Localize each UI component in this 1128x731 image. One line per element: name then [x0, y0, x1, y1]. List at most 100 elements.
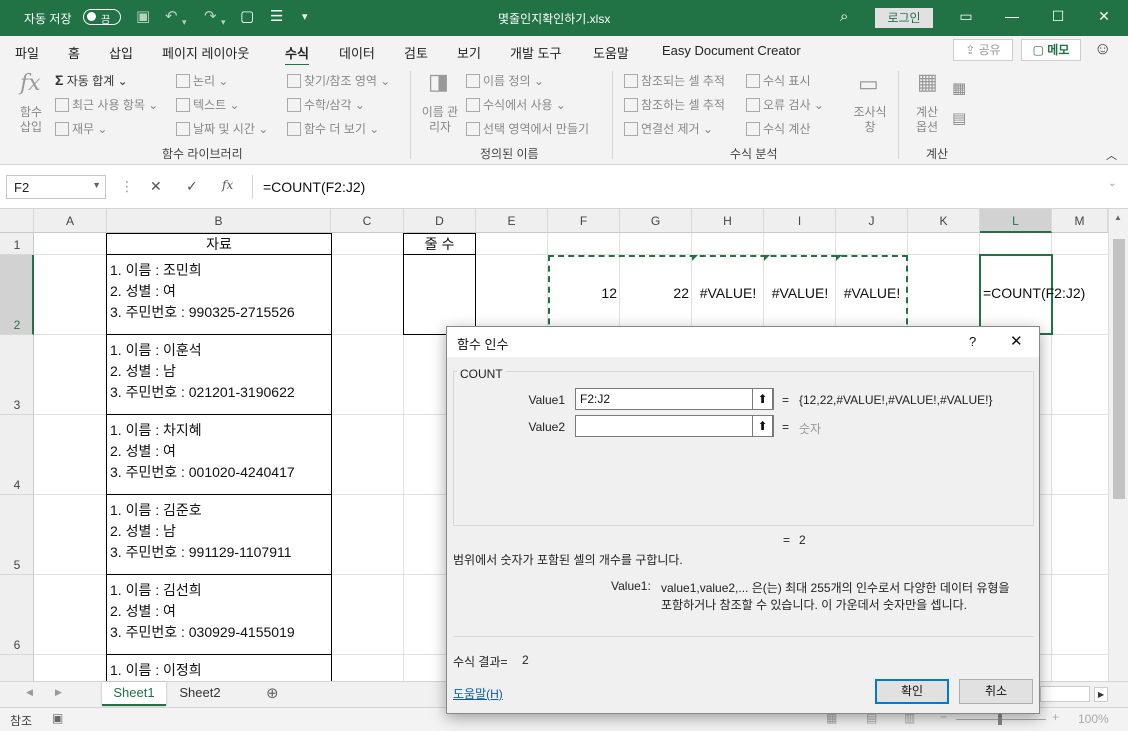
insert-function-fx-icon[interactable]: fx	[222, 178, 233, 192]
financial-button[interactable]: 재무 ⌄	[55, 120, 107, 137]
autosum-button[interactable]: Σ 자동 합계 ⌄	[55, 72, 128, 89]
tab-formulas[interactable]: 수식	[285, 43, 309, 67]
arg1-input[interactable]: F2:J2	[575, 388, 774, 410]
col-header-d[interactable]: D	[404, 209, 476, 233]
vertical-scrollbar[interactable]: ▲	[1108, 209, 1128, 681]
form-icon[interactable]: ▢	[240, 9, 254, 25]
name-box[interactable]: F2 ▼	[6, 175, 106, 199]
login-button[interactable]: 로그인	[875, 8, 933, 28]
recent-button[interactable]: 최근 사용 항목 ⌄	[55, 96, 158, 113]
minimize-icon[interactable]: —	[997, 8, 1027, 24]
col-header-b[interactable]: B	[107, 209, 331, 233]
col-header-h[interactable]: H	[692, 209, 764, 233]
tab-help[interactable]: 도움말	[593, 43, 629, 62]
tab-review[interactable]: 검토	[404, 43, 428, 62]
col-header-k[interactable]: K	[908, 209, 980, 233]
redo-dropdown-icon[interactable]: ▾	[221, 14, 226, 30]
calc-now-icon[interactable]: ▦	[952, 79, 966, 97]
sheet-tab-sheet2[interactable]: Sheet2	[168, 682, 232, 706]
logical-button[interactable]: 논리 ⌄	[176, 72, 228, 89]
new-sheet-icon[interactable]: ⊕	[266, 684, 279, 702]
calc-options-button[interactable]: 계산 옵션	[909, 105, 945, 135]
tab-developer[interactable]: 개발 도구	[510, 43, 561, 62]
scroll-up-icon[interactable]: ▲	[1114, 213, 1122, 222]
row-header-5[interactable]: 5	[0, 495, 34, 575]
ribbon-display-icon[interactable]: ▭	[951, 8, 981, 25]
create-from-selection-button[interactable]: 선택 영역에서 만들기	[466, 120, 589, 137]
row-header-4[interactable]: 4	[0, 415, 34, 495]
autosave-toggle[interactable]: 끔	[83, 9, 121, 26]
evaluate-formula-button[interactable]: 수식 계산	[746, 120, 811, 137]
arg2-collapse-icon[interactable]: ⬆	[752, 415, 773, 437]
memo-button[interactable]: ▢ 메모	[1021, 39, 1081, 61]
zoom-in-icon[interactable]: +	[1052, 710, 1059, 724]
define-name-button[interactable]: 이름 정의 ⌄	[466, 72, 544, 89]
cell-d2[interactable]	[403, 254, 476, 335]
dialog-close-icon[interactable]: ✕	[1010, 332, 1023, 350]
datetime-button[interactable]: 날짜 및 시간 ⌄	[176, 120, 268, 137]
col-header-g[interactable]: G	[620, 209, 692, 233]
collapse-ribbon-icon[interactable]: ︿	[1106, 147, 1117, 163]
tab-insert[interactable]: 삽입	[109, 43, 133, 62]
error-checking-button[interactable]: 오류 검사 ⌄	[746, 96, 824, 113]
col-header-m[interactable]: M	[1052, 209, 1108, 233]
maximize-icon[interactable]: ☐	[1043, 8, 1073, 25]
row-header-6[interactable]: 6	[0, 575, 34, 655]
cancel-entry-icon[interactable]: ✕	[150, 178, 162, 195]
col-header-a[interactable]: A	[34, 209, 107, 233]
confirm-entry-icon[interactable]: ✓	[186, 178, 198, 195]
text-button[interactable]: 텍스트 ⌄	[176, 96, 240, 113]
name-manager-button[interactable]: 이름 관리자	[421, 105, 459, 135]
feedback-icon[interactable]: ☺	[1094, 39, 1111, 59]
use-in-formula-button[interactable]: 수식에서 사용 ⌄	[466, 96, 566, 113]
next-sheet-icon[interactable]: ▶	[55, 687, 62, 698]
col-header-e[interactable]: E	[476, 209, 548, 233]
more-functions-button[interactable]: 함수 더 보기 ⌄	[287, 120, 379, 137]
zoom-slider-thumb[interactable]	[998, 714, 1002, 725]
redo-icon[interactable]: ↷	[204, 9, 217, 25]
horizontal-scroll-thumb[interactable]	[1040, 686, 1090, 702]
tab-page-layout[interactable]: 페이지 레이아웃	[162, 43, 249, 62]
layout-icon[interactable]: ☰	[270, 9, 283, 25]
show-formulas-button[interactable]: 수식 표시	[746, 72, 811, 89]
row-header-3[interactable]: 3	[0, 335, 34, 415]
insert-function-button[interactable]: 함수 삽입	[18, 105, 44, 135]
select-all-corner[interactable]	[0, 209, 34, 233]
vertical-scroll-thumb[interactable]	[1113, 239, 1125, 499]
dialog-help-button[interactable]: ?	[969, 334, 976, 349]
arg1-collapse-icon[interactable]: ⬆	[752, 388, 773, 410]
trace-precedents-button[interactable]: 참조되는 셀 추적	[624, 72, 725, 89]
customize-qat-icon[interactable]: ▾	[302, 9, 308, 25]
search-icon[interactable]: ⌕	[840, 9, 848, 25]
undo-icon[interactable]: ↶	[165, 9, 178, 25]
watch-window-button[interactable]: 조사식 창	[852, 105, 888, 135]
row-header-7[interactable]	[0, 655, 34, 681]
macro-record-icon[interactable]: ▣	[52, 711, 63, 725]
row-header-1[interactable]: 1	[0, 233, 34, 255]
arg2-input[interactable]	[575, 415, 774, 437]
formula-input[interactable]: =COUNT(F2:J2)	[252, 175, 1122, 199]
tab-easy-document-creator[interactable]: Easy Document Creator	[662, 43, 801, 58]
col-header-c[interactable]: C	[331, 209, 404, 233]
math-button[interactable]: 수학/삼각 ⌄	[287, 96, 365, 113]
tab-view[interactable]: 보기	[457, 43, 481, 62]
expand-formula-bar-icon[interactable]: ⌄	[1108, 178, 1116, 189]
sheet-tab-sheet1[interactable]: Sheet1	[102, 682, 166, 706]
col-header-j[interactable]: J	[836, 209, 908, 233]
tab-file[interactable]: 파일	[15, 43, 39, 62]
help-link[interactable]: 도움말(H)	[453, 685, 503, 702]
undo-dropdown-icon[interactable]: ▾	[182, 14, 187, 30]
col-header-f[interactable]: F	[548, 209, 620, 233]
zoom-level[interactable]: 100%	[1078, 712, 1109, 726]
save-icon[interactable]: ▣	[136, 9, 150, 25]
tab-home[interactable]: 홈	[68, 43, 80, 62]
tab-data[interactable]: 데이터	[339, 43, 375, 62]
cancel-button[interactable]: 취소	[959, 679, 1033, 704]
trace-dependents-button[interactable]: 참조하는 셀 추적	[624, 96, 725, 113]
col-header-i[interactable]: I	[764, 209, 836, 233]
col-header-l[interactable]: L	[980, 209, 1052, 233]
calc-sheet-icon[interactable]: ▤	[952, 109, 966, 127]
lookup-button[interactable]: 찾기/참조 영역 ⌄	[287, 72, 390, 89]
ok-button[interactable]: 확인	[875, 679, 949, 704]
share-button[interactable]: ⇪ 공유	[953, 39, 1013, 61]
